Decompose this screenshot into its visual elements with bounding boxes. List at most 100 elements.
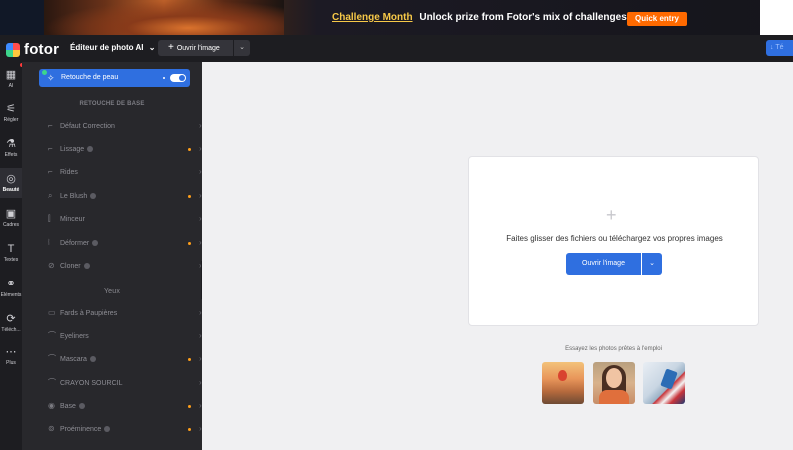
premium-dot (188, 405, 191, 408)
download-button[interactable]: ↓ Té (766, 40, 793, 56)
rail-item-effects[interactable]: ⚗ Effets (0, 138, 22, 158)
premium-dot (188, 358, 191, 361)
plus-icon: + (606, 205, 617, 225)
rail-label: Régler (3, 117, 19, 123)
sample-photos-label: Essayez les photos prêtes à l'emploi (565, 346, 662, 352)
premium-dot (188, 428, 191, 431)
eyeliner-icon: ⌒ (48, 331, 56, 340)
tool-rail: ▦ AI ⚟ Régler ⚗ Effets ◎ Beauté ▣ Cadres… (0, 62, 22, 450)
tool-label: Lissage (60, 146, 85, 153)
tool-row-foundation[interactable]: ◉ Base › (48, 400, 202, 412)
help-icon[interactable] (78, 403, 85, 410)
rail-item-adjust[interactable]: ⚟ Régler (0, 103, 22, 123)
help-icon[interactable] (104, 426, 111, 433)
smooth-icon: ⌐ (48, 144, 53, 153)
rail-item-more[interactable]: ⋯ Plus (0, 346, 22, 366)
skin-retouch-toggle-row[interactable]: ✧ Retouche de peau (39, 69, 190, 87)
tool-row-reshape[interactable]: ⦚ Déformer › (48, 237, 202, 249)
text-icon: T (7, 243, 15, 255)
rail-label: AI (8, 83, 14, 89)
fotor-logo[interactable]: fotor (6, 41, 59, 58)
skin-retouch-toggle[interactable] (170, 74, 186, 82)
blemish-icon: ⌐ (48, 121, 53, 130)
eyebrow-icon: ⌒ (48, 378, 56, 387)
rail-item-upload[interactable]: ⟳ Téléch... (0, 313, 22, 333)
rail-label: Plus (6, 360, 16, 366)
banner-right-area (760, 0, 793, 35)
tool-row-eyeliner[interactable]: ⌒ Eyeliners › (48, 330, 202, 342)
shapes-icon: ⚭ (6, 278, 16, 290)
more-icon: ⋯ (5, 346, 17, 358)
help-icon[interactable] (92, 240, 99, 247)
tool-label: Défaut Correction (60, 123, 115, 130)
banner-text: Unlock prize from Fotor's mix of challen… (419, 12, 627, 23)
rail-item-text[interactable]: T Textes (0, 243, 22, 263)
banner-highlight: Challenge Month (332, 12, 413, 23)
open-image-dropdown[interactable]: ⌄ (234, 40, 250, 56)
canvas-area: + Faites glisser des fichiers ou télécha… (202, 62, 793, 450)
foundation-icon: ◉ (48, 401, 55, 410)
eye-icon: ◎ (6, 173, 16, 185)
sample-photo-product[interactable] (643, 362, 685, 404)
tool-row-blemish[interactable]: ⌐ Défaut Correction › (48, 120, 202, 132)
tool-label: Mascara (60, 356, 87, 363)
beauty-panel: ✧ Retouche de peau RETOUCHE DE BASE ⌐ Déf… (22, 62, 202, 450)
premium-dot (188, 148, 191, 151)
open-image-button[interactable]: + Ouvrir l'image (158, 40, 233, 56)
face-shape (606, 368, 622, 388)
promo-banner[interactable]: Challenge Month Unlock prize from Fotor'… (0, 0, 793, 35)
rail-item-elements[interactable]: ⚭ Éléments (0, 278, 22, 298)
sample-photo-portrait[interactable] (593, 362, 635, 404)
help-icon[interactable] (89, 356, 96, 363)
tool-label: Proéminence (60, 426, 102, 433)
banner-image (44, 0, 284, 35)
premium-dot (163, 77, 165, 79)
rail-item-ai[interactable]: ▦ AI (0, 69, 22, 89)
tool-row-eyebrow[interactable]: ⌒ CRAYON SOURCIL › (48, 377, 202, 389)
tool-row-eyeshadow[interactable]: ▭ Fards à Paupières › (48, 307, 202, 319)
product-shape (660, 368, 678, 390)
open-image-label: Ouvrir l'image (176, 45, 220, 52)
sliders-icon: ⚟ (6, 103, 16, 115)
ai-grid-icon: ▦ (5, 69, 17, 81)
rail-label: Éléments (0, 292, 22, 298)
rail-label: Cadres (2, 222, 20, 228)
upload-dropzone[interactable]: + Faites glisser des fichiers ou télécha… (468, 156, 759, 326)
editor-selector[interactable]: Éditeur de photo AI ⌄ (70, 43, 155, 52)
download-icon: ↓ (770, 44, 774, 51)
rail-item-beauty[interactable]: ◎ Beauté (0, 168, 22, 198)
tool-row-clone[interactable]: ⊘Cloner › (48, 260, 202, 272)
premium-dot (188, 195, 191, 198)
dropzone-text: Faites glisser des fichiers ou télécharg… (506, 234, 723, 243)
eyeshadow-icon: ▭ (48, 308, 56, 317)
tool-label: Minceur (60, 216, 85, 223)
help-icon[interactable] (87, 146, 94, 153)
tool-row-smooth[interactable]: ⌐ Lissage › (48, 143, 202, 155)
wrinkle-icon: ⌐ (48, 167, 53, 176)
plus-icon: + (168, 42, 174, 53)
slim-icon: ⫿ (48, 214, 51, 223)
open-image-main-button[interactable]: Ouvrir l'image (566, 253, 641, 275)
sample-photo-balloons[interactable] (542, 362, 584, 404)
tool-row-slim[interactable]: ⫿ Minceur › (48, 213, 202, 225)
help-icon[interactable] (90, 193, 97, 200)
tool-row-mascara[interactable]: ⌒ Mascara › (48, 353, 202, 365)
download-label: Té (775, 44, 784, 51)
fotor-logo-icon (6, 42, 20, 57)
open-image-main-dropdown[interactable]: ⌄ (642, 253, 662, 275)
quick-entry-button[interactable]: Quick entry (627, 12, 687, 26)
skin-retouch-label: Retouche de peau (61, 74, 119, 81)
chevron-down-icon: ⌄ (148, 43, 156, 52)
upload-icon: ⟳ (6, 313, 16, 325)
flask-icon: ⚗ (6, 138, 16, 150)
rail-item-frames[interactable]: ▣ Cadres (0, 208, 22, 228)
balloon-shape (558, 370, 567, 381)
banner-left-tab (0, 0, 44, 35)
tool-row-prominence[interactable]: ⊚ Proéminence › (48, 423, 202, 435)
prominence-icon: ⊚ (48, 424, 55, 433)
rail-label: Textes (3, 257, 19, 263)
tool-row-wrinkles[interactable]: ⌐ Rides › (48, 166, 202, 178)
help-icon[interactable] (83, 263, 90, 270)
blush-icon: ⌕ (48, 191, 53, 200)
tool-row-blush[interactable]: ⌕ Le Blush › (48, 190, 202, 202)
